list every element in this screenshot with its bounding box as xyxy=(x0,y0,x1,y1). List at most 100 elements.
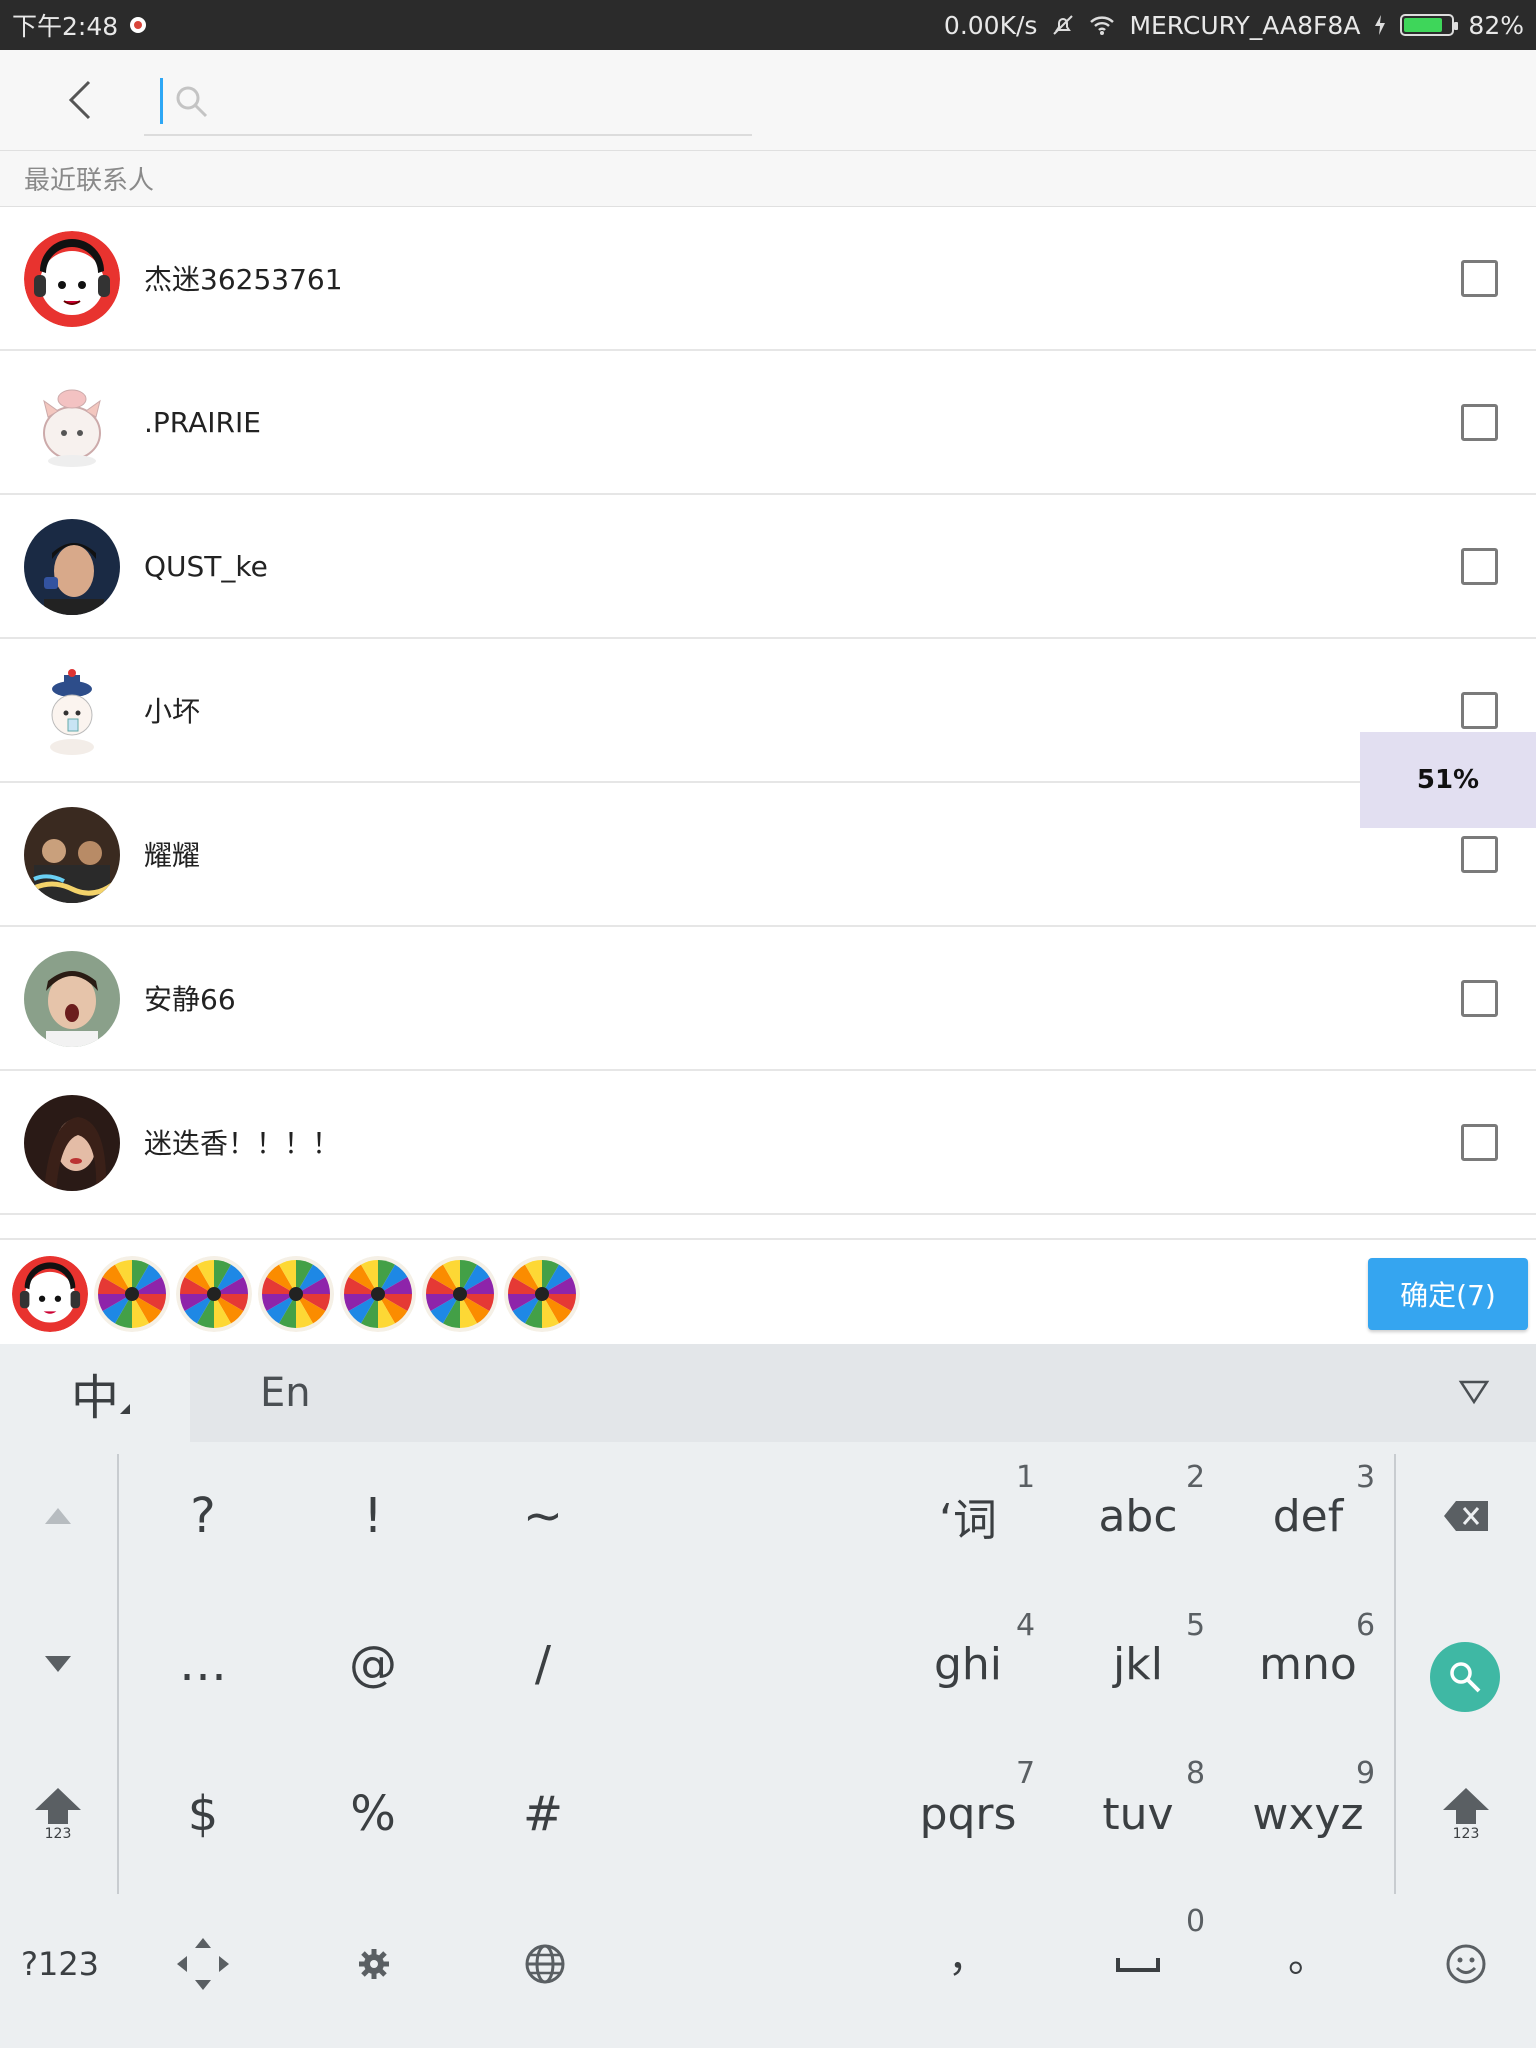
t9-number: 7 xyxy=(1016,1756,1036,1791)
contact-row[interactable]: 耀耀 xyxy=(0,783,1536,927)
selected-avatar[interactable] xyxy=(258,1256,334,1332)
selected-avatar[interactable] xyxy=(12,1256,88,1332)
gear-icon xyxy=(359,1949,389,1979)
shift-label: 123 xyxy=(1452,1826,1480,1842)
contact-checkbox[interactable] xyxy=(1461,260,1498,297)
lang-english-key[interactable]: En xyxy=(260,1344,311,1442)
contact-checkbox[interactable] xyxy=(1461,404,1498,441)
mute-bell-icon xyxy=(1053,15,1074,35)
comma-key[interactable]: ， xyxy=(918,1904,1018,2004)
contact-checkbox[interactable] xyxy=(1461,980,1498,1017)
symbol-key[interactable]: / xyxy=(483,1614,603,1714)
confirm-button[interactable]: 确定(7) xyxy=(1368,1258,1528,1330)
t9-number: 8 xyxy=(1186,1756,1206,1791)
progress-toast: 51% xyxy=(1360,732,1536,828)
space-number: 0 xyxy=(1186,1904,1206,1939)
charging-icon xyxy=(1375,15,1386,35)
contact-name: 杰迷36253761 xyxy=(144,263,343,296)
contact-row[interactable]: 杰迷36253761 xyxy=(0,207,1536,351)
symbol-key[interactable]: % xyxy=(313,1764,433,1864)
mode-switch-key[interactable]: ?123 xyxy=(10,1914,110,2014)
shift-arrow-icon xyxy=(35,1788,81,1824)
avatar xyxy=(24,807,120,903)
lang-chinese-label: 中 xyxy=(70,1370,119,1426)
shift-arrow-icon xyxy=(1443,1788,1489,1824)
arrow-up-key[interactable] xyxy=(8,1466,108,1566)
search-icon xyxy=(176,86,208,118)
keyboard-divider xyxy=(117,1454,119,1894)
selected-bar: 确定(7) xyxy=(0,1238,1536,1344)
avatar xyxy=(24,375,120,471)
contact-row[interactable]: QUST_ke xyxy=(0,495,1536,639)
selected-avatar[interactable] xyxy=(422,1256,498,1332)
t9-number: 2 xyxy=(1186,1460,1206,1495)
chevron-left-icon xyxy=(68,80,91,120)
cursor-move-key[interactable] xyxy=(153,1914,253,2014)
symbol-key[interactable]: ~ xyxy=(483,1466,603,1566)
settings-key[interactable] xyxy=(324,1914,424,2014)
selected-avatar[interactable] xyxy=(176,1256,252,1332)
shift-right-key[interactable]: 123 xyxy=(1416,1764,1516,1864)
t9-number: 9 xyxy=(1356,1756,1376,1791)
t9-letters: abc xyxy=(1098,1490,1178,1542)
battery-percent: 82% xyxy=(1468,10,1524,40)
contact-list: 杰迷36253761 .PRAIRIE QUST_ke 小坏 耀耀 安静66 迷… xyxy=(0,207,1536,1215)
contact-checkbox[interactable] xyxy=(1461,1124,1498,1161)
t9-letters: ‘词 xyxy=(939,1495,997,1546)
t9-letters: tuv xyxy=(1102,1788,1174,1840)
collapse-keyboard-icon[interactable] xyxy=(1458,1378,1490,1406)
contact-row[interactable]: .PRAIRIE xyxy=(0,351,1536,495)
backspace-icon xyxy=(1444,1501,1488,1531)
lang-chinese-key[interactable]: 中 xyxy=(0,1344,190,1442)
space-key[interactable] xyxy=(1088,1914,1188,2014)
back-button[interactable] xyxy=(52,72,108,128)
t9-letters: wxyz xyxy=(1252,1788,1364,1840)
notification-icon xyxy=(130,17,147,33)
t9-number: 6 xyxy=(1356,1608,1376,1643)
keyboard-divider xyxy=(1394,1454,1396,1894)
contact-checkbox[interactable] xyxy=(1461,836,1498,873)
wifi-name: MERCURY_AA8F8A xyxy=(1129,10,1361,40)
symbol-key[interactable]: # xyxy=(483,1764,603,1864)
emoji-key[interactable] xyxy=(1416,1914,1516,2014)
emoji-smile-icon xyxy=(1446,1944,1486,1984)
avatar xyxy=(24,951,120,1047)
symbol-key[interactable]: @ xyxy=(313,1614,433,1714)
period-key[interactable]: 。 xyxy=(1258,1904,1358,2004)
search-icon xyxy=(1450,1662,1481,1693)
shift-label: 123 xyxy=(44,1826,72,1842)
selected-avatar[interactable] xyxy=(94,1256,170,1332)
backspace-key[interactable] xyxy=(1416,1466,1516,1566)
contact-checkbox[interactable] xyxy=(1461,548,1498,585)
net-speed: 0.00K/s xyxy=(943,10,1038,40)
wifi-icon xyxy=(1090,16,1115,35)
symbol-key[interactable]: … xyxy=(143,1614,263,1714)
triangle-down-icon xyxy=(45,1656,71,1672)
symbol-key[interactable]: ! xyxy=(313,1466,433,1566)
avatar xyxy=(24,519,120,615)
selected-avatar[interactable] xyxy=(504,1256,580,1332)
search-key[interactable] xyxy=(1430,1642,1500,1712)
search-header xyxy=(0,50,1536,151)
section-label-recent: 最近联系人 xyxy=(0,151,1536,207)
arrow-down-key[interactable] xyxy=(8,1614,108,1714)
t9-number: 4 xyxy=(1016,1608,1036,1643)
contact-name: 耀耀 xyxy=(144,839,201,872)
contact-row[interactable]: 安静66 xyxy=(0,927,1536,1071)
globe-key[interactable] xyxy=(495,1914,595,2014)
contact-checkbox[interactable] xyxy=(1461,692,1498,729)
space-bar-icon xyxy=(1116,1958,1160,1972)
symbol-key[interactable]: $ xyxy=(143,1764,263,1864)
keyboard-topbar: 中 En xyxy=(0,1344,1536,1442)
symbol-key[interactable]: ? xyxy=(143,1466,263,1566)
contact-row[interactable]: 小坏 xyxy=(0,639,1536,783)
selected-avatar[interactable] xyxy=(340,1256,416,1332)
t9-letters: def xyxy=(1272,1490,1344,1542)
t9-letters: jkl xyxy=(1113,1638,1163,1690)
shift-left-key[interactable]: 123 xyxy=(8,1764,108,1864)
avatar xyxy=(24,231,120,327)
search-input[interactable] xyxy=(144,72,752,136)
contact-row[interactable]: 迷迭香！！！！ xyxy=(0,1071,1536,1215)
t9-letters: pqrs xyxy=(919,1788,1017,1840)
status-time: 下午2:48 xyxy=(12,12,119,41)
